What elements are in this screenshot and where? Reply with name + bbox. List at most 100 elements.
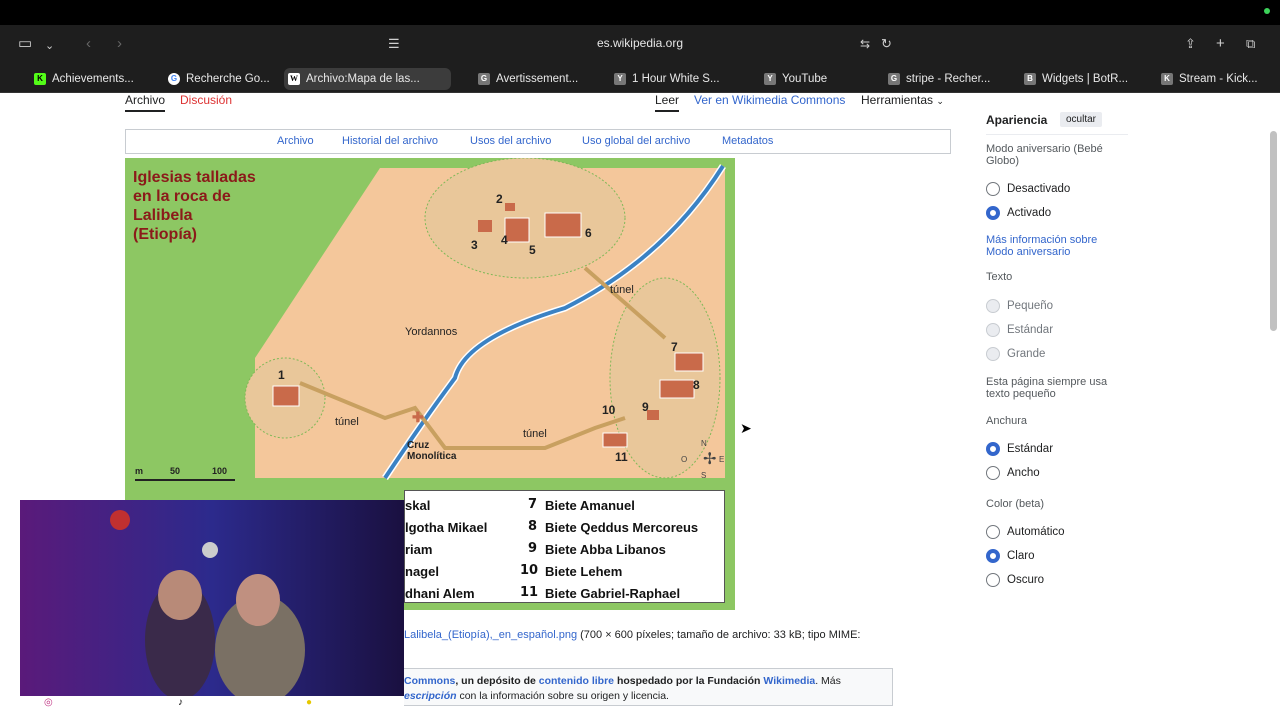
tab-wikipedia-archivo[interactable]: W Archivo:Mapa de las... bbox=[284, 68, 451, 90]
herramientas-menu[interactable]: Herramientas ⌄ bbox=[861, 93, 944, 107]
more-info-link[interactable]: Más información sobre Modo aniversario bbox=[986, 234, 1126, 258]
radio-label: Pequeño bbox=[1007, 300, 1054, 312]
tab-archivo[interactable]: Archivo bbox=[125, 93, 166, 112]
color-label: Color (beta) bbox=[986, 498, 1045, 510]
compass-s: S bbox=[701, 471, 707, 480]
tab-youtube[interactable]: Y YouTube bbox=[760, 68, 870, 90]
tab-discusion[interactable]: Discusión bbox=[180, 93, 232, 107]
radio-ancho[interactable] bbox=[986, 466, 1000, 480]
church-11-shape bbox=[602, 432, 628, 448]
descripcion-link[interactable]: escripción bbox=[404, 690, 457, 702]
forward-icon[interactable]: › bbox=[117, 35, 122, 53]
river-label: Yordannos bbox=[405, 326, 458, 338]
tab-widgets-botr[interactable]: B Widgets | BotR... bbox=[1020, 68, 1138, 90]
radio-estandar-width[interactable] bbox=[986, 442, 1000, 456]
tunnel-label: túnel bbox=[610, 284, 634, 296]
chevron-down-icon: ⌄ bbox=[936, 96, 944, 106]
contenido-libre-link[interactable]: contenido libre bbox=[539, 675, 614, 687]
cross-label: Cruz Monolítica bbox=[407, 440, 457, 462]
wikimedia-link[interactable]: Wikimedia bbox=[763, 675, 815, 687]
radio-label: Estándar bbox=[1007, 324, 1054, 336]
radio-label: Grande bbox=[1007, 348, 1046, 360]
radio-estandar-text bbox=[986, 323, 1000, 337]
radio-activado[interactable] bbox=[986, 206, 1000, 220]
file-name-link[interactable]: Lalibela_(Etiopía),_en_español.png bbox=[404, 629, 577, 641]
sidebar-toggle-icon[interactable]: ▭ bbox=[18, 35, 32, 53]
church-number: 6 bbox=[585, 226, 592, 240]
radio-label: Estándar bbox=[1007, 443, 1054, 455]
legend-number: 8 bbox=[528, 519, 538, 534]
radio-claro[interactable] bbox=[986, 549, 1000, 563]
compass-rose-icon: ✢ bbox=[703, 451, 716, 468]
generic-favicon-icon: Y bbox=[614, 73, 626, 85]
tunnel-label: túnel bbox=[523, 428, 547, 440]
share-icon[interactable]: ⇪ bbox=[1185, 35, 1196, 53]
file-tab-uso-global[interactable]: Uso global del archivo bbox=[582, 135, 690, 147]
file-tab-historial[interactable]: Historial del archivo bbox=[342, 135, 438, 147]
file-section-tabs: Archivo Historial del archivo Usos del a… bbox=[125, 129, 951, 154]
text-note: Esta página siempre usa texto pequeño bbox=[986, 376, 1108, 400]
radio-label: Activado bbox=[1007, 207, 1052, 219]
legend-number: 9 bbox=[528, 541, 538, 556]
text-label: Texto bbox=[986, 271, 1013, 283]
reader-icon[interactable]: ☰ bbox=[388, 35, 400, 53]
kick-icon: K bbox=[34, 73, 46, 85]
tiktok-icon: ♪ bbox=[178, 697, 183, 708]
church-number: 5 bbox=[529, 243, 536, 257]
instagram-icon: ◎ bbox=[44, 697, 53, 708]
webcam-overlay bbox=[20, 500, 404, 696]
wikipedia-icon: W bbox=[288, 73, 300, 85]
radio-desactivado[interactable] bbox=[986, 182, 1000, 196]
tab-google-search[interactable]: G Recherche Go... bbox=[164, 68, 282, 90]
church-7-shape bbox=[674, 352, 704, 372]
scrollbar[interactable] bbox=[1270, 131, 1277, 331]
compass-o: O bbox=[681, 455, 688, 464]
tab-ver-commons[interactable]: Ver en Wikimedia Commons bbox=[694, 93, 845, 107]
tab-achievements[interactable]: K Achievements... bbox=[30, 68, 150, 90]
tab-stream-kick[interactable]: K Stream - Kick... bbox=[1157, 68, 1275, 90]
file-tab-metadatos[interactable]: Metadatos bbox=[722, 135, 773, 147]
generic-favicon-icon: G bbox=[888, 73, 900, 85]
address-bar[interactable]: es.wikipedia.org bbox=[540, 36, 740, 50]
back-icon[interactable]: ‹ bbox=[86, 35, 91, 53]
church-4-shape bbox=[504, 217, 530, 243]
chevron-down-icon[interactable]: ⌄ bbox=[45, 37, 54, 55]
church-number: 2 bbox=[496, 192, 503, 206]
radio-label: Ancho bbox=[1007, 467, 1040, 479]
radio-grande bbox=[986, 347, 1000, 361]
radio-oscuro[interactable] bbox=[986, 573, 1000, 587]
tab-overview-icon[interactable]: ⧉ bbox=[1246, 35, 1255, 53]
tab-avertissement[interactable]: G Avertissement... bbox=[474, 68, 592, 90]
map-title: Iglesias talladas en la roca de Lalibela… bbox=[133, 169, 256, 243]
generic-favicon-icon: B bbox=[1024, 73, 1036, 85]
commons-link[interactable]: Commons bbox=[404, 675, 455, 687]
tab-bar: K Achievements... G Recherche Go... W Archi… bbox=[0, 65, 1280, 93]
file-info-line: Lalibela_(Etiopía),_en_español.png (700 … bbox=[404, 629, 861, 641]
file-tab-archivo[interactable]: Archivo bbox=[277, 135, 314, 147]
tunnel-label: túnel bbox=[335, 416, 359, 428]
file-tab-usos[interactable]: Usos del archivo bbox=[470, 135, 551, 147]
church-number: 4 bbox=[501, 233, 508, 247]
scale-unit: m bbox=[135, 466, 144, 476]
webcam-social-strip: ◎ ♪ ● bbox=[20, 696, 404, 710]
legend-item: skal bbox=[405, 498, 431, 513]
radio-automatico[interactable] bbox=[986, 525, 1000, 539]
tab-leer[interactable]: Leer bbox=[655, 93, 680, 112]
church-2-shape bbox=[505, 203, 515, 211]
church-number: 11 bbox=[615, 450, 628, 464]
mouse-cursor-icon: ➤ bbox=[740, 420, 752, 436]
tab-stripe[interactable]: Gstripe - Recher... bbox=[884, 68, 1002, 90]
church-3-shape bbox=[478, 220, 492, 232]
person-left-head bbox=[158, 570, 202, 620]
reload-icon[interactable]: ↻ bbox=[881, 35, 892, 53]
generic-favicon-icon: G bbox=[478, 73, 490, 85]
tab-1-hour-white[interactable]: Y1 Hour White S... bbox=[610, 68, 728, 90]
compass-e: E bbox=[719, 455, 725, 464]
legend-item: nagel bbox=[405, 564, 439, 579]
new-tab-icon[interactable]: + bbox=[1216, 35, 1225, 53]
person-right-head bbox=[236, 574, 280, 626]
scale-end: 100 bbox=[212, 466, 228, 476]
translate-icon[interactable]: ⇆ bbox=[860, 35, 870, 53]
radio-pequeno bbox=[986, 299, 1000, 313]
scale-mid: 50 bbox=[170, 466, 181, 476]
